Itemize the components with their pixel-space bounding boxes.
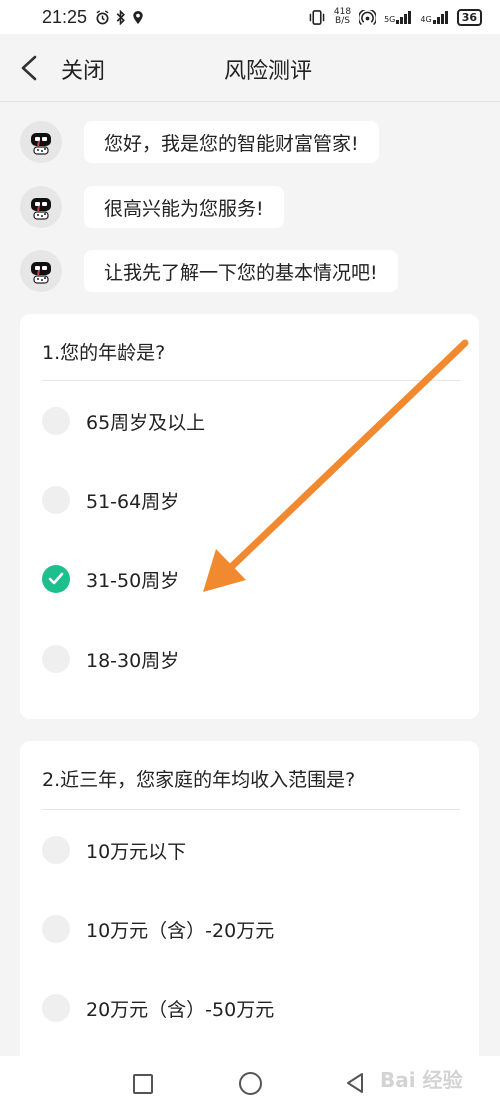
option-label: 31-50周岁	[86, 569, 180, 592]
chat-message: 您好，我是您的智能财富管家!	[20, 120, 379, 164]
location-icon	[133, 10, 143, 24]
recent-apps-button[interactable]	[133, 1074, 153, 1094]
signal-4g: 4G	[420, 10, 448, 24]
option-100k-200k[interactable]: 10万元（含）-20万元	[42, 914, 274, 944]
option-under-100k[interactable]: 10万元以下	[42, 835, 186, 865]
chat-bubble: 让我先了解一下您的基本情况吧!	[84, 250, 398, 292]
option-51-64[interactable]: 51-64周岁	[42, 485, 179, 515]
chat-message: 让我先了解一下您的基本情况吧!	[20, 249, 398, 293]
battery-indicator: 36	[456, 8, 482, 26]
option-label: 18-30周岁	[86, 649, 180, 672]
robot-icon	[31, 198, 51, 220]
robot-icon	[31, 262, 51, 284]
option-65-plus[interactable]: 65周岁及以上	[42, 406, 205, 436]
hotspot-icon	[359, 9, 377, 25]
status-bar: 21:25 418 B/S 5G 4G 36	[0, 0, 500, 34]
net-speed: 418 B/S	[334, 8, 351, 26]
page-title: 风险测评	[223, 59, 312, 84]
alarm-icon	[96, 9, 109, 24]
robot-avatar	[20, 121, 62, 163]
radio-button[interactable]	[42, 836, 70, 864]
status-icons-right: 418 B/S 5G 4G 36	[308, 8, 482, 26]
option-label: 10万元以下	[86, 840, 187, 863]
robot-icon	[31, 133, 51, 155]
status-icons-left	[95, 9, 144, 25]
status-time: 21:25	[42, 6, 88, 27]
card-divider	[42, 809, 460, 810]
watermark: Bai 经验	[380, 1068, 463, 1092]
signal-bars-icon	[432, 10, 448, 24]
radio-button[interactable]	[42, 407, 70, 435]
system-nav-bar: Bai 经验	[0, 1056, 500, 1111]
question-card-2: 2.近三年，您家庭的年均收入范围是? 10万元以下 10万元（含）-20万元 2…	[20, 741, 479, 1071]
radio-button-checked[interactable]	[42, 565, 70, 593]
option-label: 65周岁及以上	[86, 411, 206, 434]
question-card-1: 1.您的年龄是? 65周岁及以上 51-64周岁 31-50周岁 18-30周岁	[20, 314, 479, 719]
option-label: 51-64周岁	[86, 490, 180, 513]
option-200k-500k[interactable]: 20万元（含）-50万元	[42, 993, 274, 1023]
radio-button[interactable]	[42, 994, 70, 1022]
radio-button[interactable]	[42, 486, 70, 514]
signal-5g: 5G	[384, 10, 412, 24]
signal-5g-label: 5G	[384, 14, 396, 24]
home-button[interactable]	[239, 1072, 262, 1095]
card-divider	[42, 380, 460, 381]
nav-divider	[0, 101, 500, 102]
nav-bar: 关闭 风险测评	[0, 34, 500, 102]
radio-button[interactable]	[42, 645, 70, 673]
option-31-50[interactable]: 31-50周岁	[42, 564, 179, 594]
vibrate-icon	[309, 9, 325, 25]
chat-bubble: 您好，我是您的智能财富管家!	[84, 121, 379, 163]
bluetooth-icon	[116, 9, 125, 25]
chat-bubble: 很高兴能为您服务!	[84, 186, 284, 228]
option-label: 20万元（含）-50万元	[86, 998, 275, 1021]
question-title: 1.您的年龄是?	[42, 342, 166, 364]
option-18-30[interactable]: 18-30周岁	[42, 644, 179, 674]
robot-avatar	[20, 186, 62, 228]
signal-bars-icon	[396, 10, 412, 24]
chat-message: 很高兴能为您服务!	[20, 185, 284, 229]
radio-button[interactable]	[42, 915, 70, 943]
checkmark-icon	[48, 572, 64, 585]
net-speed-unit: B/S	[335, 16, 350, 26]
option-label: 10万元（含）-20万元	[86, 919, 275, 942]
robot-avatar	[20, 250, 62, 292]
question-title: 2.近三年，您家庭的年均收入范围是?	[42, 769, 356, 791]
signal-4g-label: 4G	[420, 14, 432, 24]
back-triangle-icon[interactable]	[343, 1071, 367, 1095]
